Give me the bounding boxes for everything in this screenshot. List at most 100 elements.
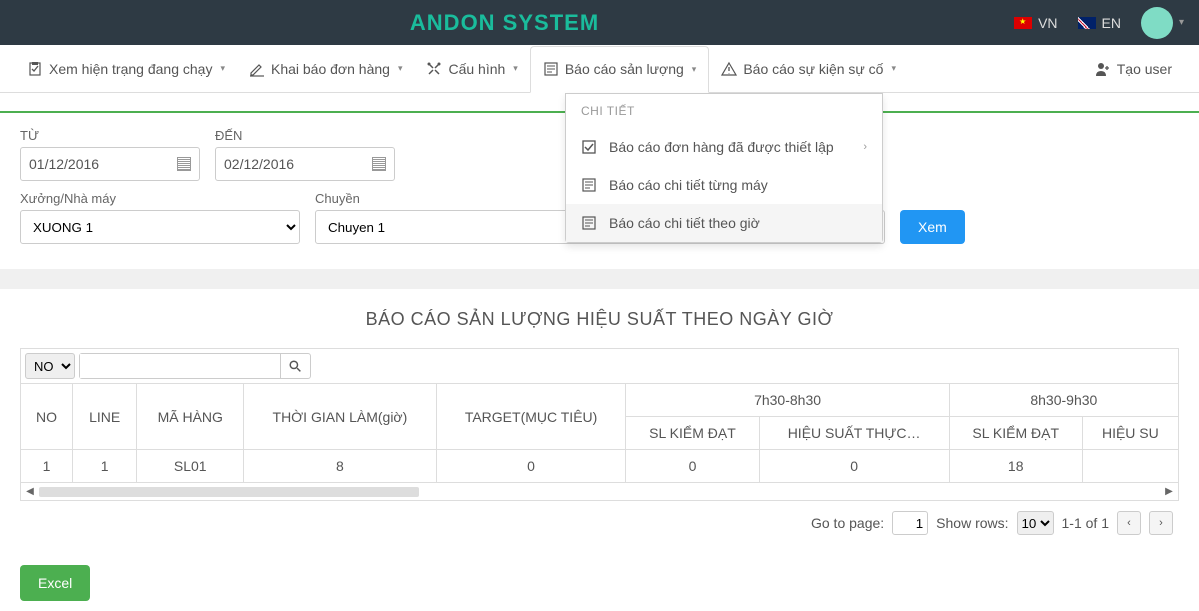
lang-vn[interactable]: VN <box>1014 15 1057 31</box>
avatar[interactable] <box>1141 7 1173 39</box>
cell-line: 1 <box>72 450 136 483</box>
chevron-down-icon: ▾ <box>513 63 518 74</box>
col-hieu-suat-1[interactable]: HIỆU SUẤT THỰC… <box>759 417 949 450</box>
to-date-input[interactable]: 02/12/2016 <box>215 147 395 181</box>
cell-p2-sl: 18 <box>949 450 1082 483</box>
col-hieu-suat-2[interactable]: HIỆU SU <box>1082 417 1178 450</box>
tools-icon <box>426 61 442 77</box>
nav-label: Khai báo đơn hàng <box>271 61 390 77</box>
report-section: BÁO CÁO SẢN LƯỢNG HIỆU SUẤT THEO NGÀY GI… <box>0 289 1199 565</box>
add-user-icon <box>1095 61 1111 77</box>
column-filter-select[interactable]: NO <box>25 353 75 379</box>
nav-label: Tạo user <box>1117 61 1172 77</box>
report-dropdown: CHI TIẾT Báo cáo đơn hàng đã được thiết … <box>565 93 883 243</box>
factory-label: Xưởng/Nhà máy <box>20 191 300 206</box>
chevron-down-icon: ▾ <box>220 63 225 74</box>
nav-declare-order[interactable]: Khai báo đơn hàng ▾ <box>237 45 414 92</box>
nav-label: Cấu hình <box>448 61 505 77</box>
search-button[interactable] <box>280 354 310 378</box>
report-icon <box>543 61 559 77</box>
edit-icon <box>249 61 265 77</box>
lang-en[interactable]: EN <box>1078 15 1121 31</box>
cell-p1-hs: 0 <box>759 450 949 483</box>
nav-incident-report[interactable]: Báo cáo sự kiện sự cố ▾ <box>709 45 908 92</box>
pager-prev-button[interactable]: ‹ <box>1117 511 1141 535</box>
factory-select[interactable]: XUONG 1 <box>20 210 300 244</box>
dropdown-label: Báo cáo đơn hàng đã được thiết lập <box>609 139 834 155</box>
col-ma-hang[interactable]: MÃ HÀNG <box>137 384 244 450</box>
data-table: NO LINE MÃ HÀNG THỜI GIAN LÀM(giờ) TARGE… <box>20 383 1179 483</box>
flag-en-icon <box>1078 17 1096 29</box>
col-line[interactable]: LINE <box>72 384 136 450</box>
lang-vn-label: VN <box>1038 15 1057 31</box>
section-divider <box>0 269 1199 289</box>
chevron-down-icon: ▾ <box>398 63 403 74</box>
nav-create-user[interactable]: Tạo user <box>1083 45 1184 92</box>
cell-thoi-gian: 8 <box>244 450 437 483</box>
dropdown-item-configured-orders[interactable]: Báo cáo đơn hàng đã được thiết lập › <box>566 128 882 166</box>
from-date-value: 01/12/2016 <box>29 156 99 172</box>
lang-en-label: EN <box>1102 15 1121 31</box>
dropdown-item-hourly-detail[interactable]: Báo cáo chi tiết theo giờ <box>566 204 882 242</box>
to-date-value: 02/12/2016 <box>224 156 294 172</box>
table-row[interactable]: 1 1 SL01 8 0 0 0 18 <box>21 450 1179 483</box>
clipboard-icon <box>27 61 43 77</box>
pager: Go to page: Show rows: 10 1-1 of 1 ‹ › <box>20 501 1179 545</box>
goto-label: Go to page: <box>811 515 884 531</box>
flag-vn-icon <box>1014 17 1032 29</box>
report-title: BÁO CÁO SẢN LƯỢNG HIỆU SUẤT THEO NGÀY GI… <box>20 309 1179 330</box>
calendar-icon <box>177 157 191 171</box>
nav-label: Xem hiện trạng đang chạy <box>49 61 212 77</box>
from-date-input[interactable]: 01/12/2016 <box>20 147 200 181</box>
scroll-right-icon[interactable]: ▶ <box>1160 486 1178 497</box>
checklist-icon <box>581 139 597 155</box>
cell-ma-hang: SL01 <box>137 450 244 483</box>
search-input[interactable] <box>80 354 280 378</box>
dropdown-label: Báo cáo chi tiết từng máy <box>609 177 768 193</box>
table-toolbar: NO <box>20 348 1179 383</box>
show-rows-select[interactable]: 10 <box>1017 511 1054 535</box>
calendar-icon <box>372 157 386 171</box>
dropdown-label: Báo cáo chi tiết theo giờ <box>609 215 760 231</box>
to-label: ĐẾN <box>215 128 395 143</box>
col-period1[interactable]: 7h30-8h30 <box>626 384 949 417</box>
warning-icon <box>721 61 737 77</box>
user-menu-caret-icon[interactable]: ▾ <box>1179 17 1184 28</box>
cell-p1-sl: 0 <box>626 450 759 483</box>
cell-p2-hs <box>1082 450 1178 483</box>
app-header: ANDON SYSTEM VN EN ▾ <box>0 0 1199 45</box>
nav-current-status[interactable]: Xem hiện trạng đang chạy ▾ <box>15 45 237 92</box>
document-icon <box>581 215 597 231</box>
scroll-left-icon[interactable]: ◀ <box>21 486 39 497</box>
col-sl-kiem-dat-2[interactable]: SL KIỂM ĐẠT <box>949 417 1082 450</box>
scroll-thumb[interactable] <box>39 487 419 497</box>
col-sl-kiem-dat-1[interactable]: SL KIỂM ĐẠT <box>626 417 759 450</box>
dropdown-header: CHI TIẾT <box>566 94 882 128</box>
show-rows-label: Show rows: <box>936 515 1008 531</box>
app-title: ANDON SYSTEM <box>410 10 599 36</box>
nav-production-report[interactable]: Báo cáo sản lượng ▾ <box>530 46 710 93</box>
cell-no: 1 <box>21 450 73 483</box>
horizontal-scrollbar[interactable]: ◀ ▶ <box>20 483 1179 501</box>
pager-next-button[interactable]: › <box>1149 511 1173 535</box>
table-search <box>79 353 311 379</box>
goto-page-input[interactable] <box>892 511 928 535</box>
view-button[interactable]: Xem <box>900 210 965 244</box>
cell-target: 0 <box>436 450 626 483</box>
col-target[interactable]: TARGET(MỤC TIÊU) <box>436 384 626 450</box>
excel-button[interactable]: Excel <box>20 565 90 601</box>
document-icon <box>581 177 597 193</box>
col-thoi-gian[interactable]: THỜI GIAN LÀM(giờ) <box>244 384 437 450</box>
pager-range: 1-1 of 1 <box>1062 515 1109 531</box>
col-no[interactable]: NO <box>21 384 73 450</box>
chevron-down-icon: ▾ <box>891 63 896 74</box>
col-period2[interactable]: 8h30-9h30 <box>949 384 1178 417</box>
main-nav: Xem hiện trạng đang chạy ▾ Khai báo đơn … <box>0 45 1199 93</box>
nav-config[interactable]: Cấu hình ▾ <box>414 45 529 92</box>
nav-label: Báo cáo sự kiện sự cố <box>743 61 883 77</box>
nav-label: Báo cáo sản lượng <box>565 61 684 77</box>
chevron-down-icon: ▾ <box>692 64 697 75</box>
from-label: TỪ <box>20 128 200 143</box>
dropdown-item-machine-detail[interactable]: Báo cáo chi tiết từng máy <box>566 166 882 204</box>
chevron-right-icon: › <box>863 141 867 153</box>
